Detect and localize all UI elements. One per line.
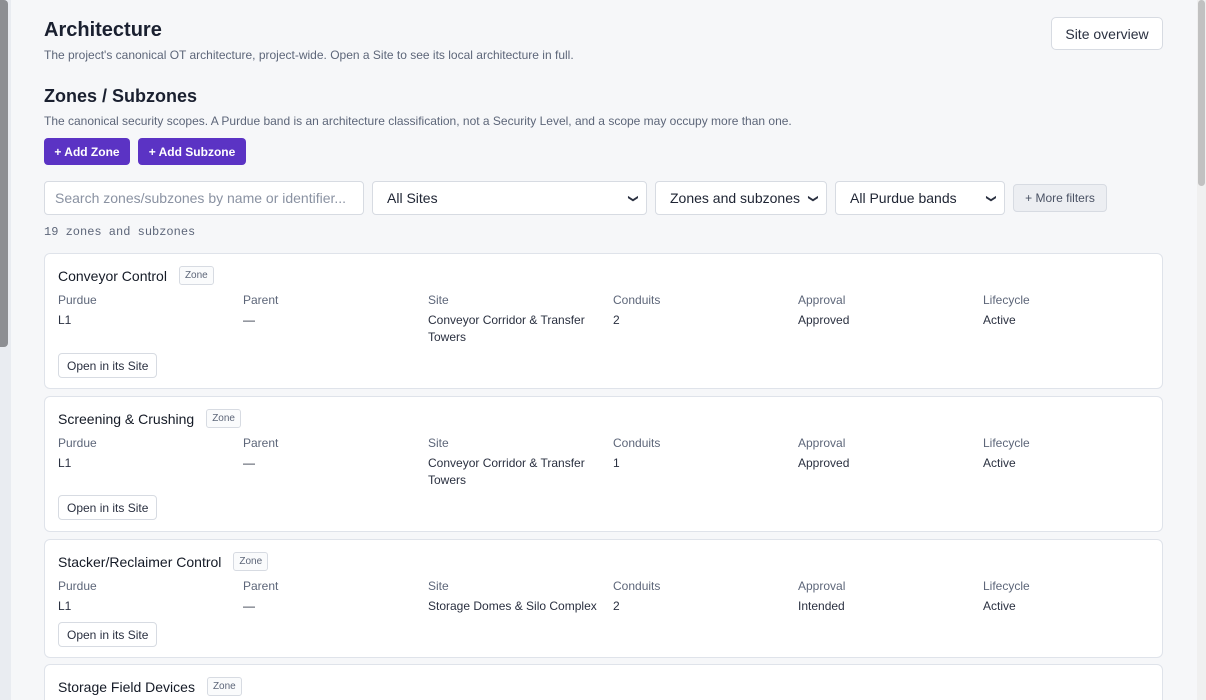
conduits-value: 2: [613, 313, 620, 327]
conduits-label: Conduits: [613, 293, 661, 307]
conduits-label: Conduits: [613, 579, 661, 593]
parent-value: —: [243, 599, 255, 613]
search-input[interactable]: [44, 181, 364, 215]
site-label: Site: [428, 579, 449, 593]
zone-name: Conveyor Control: [58, 267, 167, 284]
open-in-site-button[interactable]: Open in its Site: [58, 353, 158, 378]
site-value: Conveyor Corridor & Transfer Towers: [428, 313, 585, 344]
zone-name: Screening & Crushing: [58, 410, 195, 427]
more-filters-button[interactable]: + More filters: [1013, 184, 1107, 212]
card-header: Conveyor Control Zone: [58, 266, 214, 285]
card-header: Storage Field Devices Zone: [58, 677, 242, 696]
chevron-down-icon: ❮: [807, 193, 819, 203]
purdue-band-select[interactable]: All Purdue bands ❮: [835, 181, 1005, 215]
card-header: Screening & Crushing Zone: [58, 409, 241, 428]
site-label: Site: [428, 293, 449, 307]
chevron-down-icon: ❮: [985, 193, 997, 203]
scope-kind-value: Zones and subzones: [670, 190, 800, 206]
site-field: Site Conveyor Corridor & Transfer Towers: [428, 436, 603, 489]
scope-type-badge: Zone: [233, 552, 269, 571]
scope-type-badge: Zone: [178, 266, 214, 285]
chevron-down-icon: ❮: [627, 193, 639, 203]
left-edge-scrollbar[interactable]: [0, 0, 11, 700]
approval-label: Approval: [798, 293, 846, 307]
section-title: Zones / Subzones: [44, 86, 198, 106]
parent-field: Parent —: [243, 436, 418, 472]
zone-card: Conveyor Control Zone Purdue L1 Parent —…: [44, 253, 1163, 389]
purdue-value: L1: [58, 313, 72, 327]
section-subtitle: The canonical security scopes. A Purdue …: [44, 114, 792, 128]
zone-card: Stacker/Reclaimer Control Zone Purdue L1…: [44, 539, 1163, 658]
lifecycle-value: Active: [983, 456, 1016, 470]
lifecycle-field: Lifecycle Active: [983, 436, 1158, 472]
page-title: Architecture: [44, 19, 162, 41]
conduits-value: 1: [613, 456, 620, 470]
conduits-label: Conduits: [613, 436, 661, 450]
purdue-label: Purdue: [58, 579, 97, 593]
zone-card: Screening & Crushing Zone Purdue L1 Pare…: [44, 396, 1163, 532]
page-scrollbar-thumb[interactable]: [1198, 0, 1205, 186]
lifecycle-value: Active: [983, 313, 1016, 327]
conduits-value: 2: [613, 599, 620, 613]
purdue-field: Purdue L1: [58, 579, 233, 615]
purdue-label: Purdue: [58, 436, 97, 450]
scope-kind-select[interactable]: Zones and subzones ❮: [655, 181, 827, 215]
site-filter-value: All Sites: [387, 190, 438, 206]
open-in-site-button[interactable]: Open in its Site: [58, 622, 158, 647]
site-filter-select[interactable]: All Sites ❮: [372, 181, 647, 215]
parent-label: Parent: [243, 436, 279, 450]
purdue-value: L1: [58, 456, 72, 470]
architecture-page: Architecture The project's canonical OT …: [11, 0, 1197, 700]
purdue-label: Purdue: [58, 293, 97, 307]
lifecycle-field: Lifecycle Active: [983, 579, 1158, 615]
lifecycle-label: Lifecycle: [983, 579, 1030, 593]
parent-value: —: [243, 313, 255, 327]
approval-field: Approval Approved: [798, 436, 973, 472]
approval-label: Approval: [798, 579, 846, 593]
conduits-field: Conduits 1: [613, 436, 788, 472]
approval-label: Approval: [798, 436, 846, 450]
purdue-field: Purdue L1: [58, 293, 233, 329]
result-count: 19 zones and subzones: [44, 225, 196, 239]
lifecycle-field: Lifecycle Active: [983, 293, 1158, 329]
left-scrollbar-thumb[interactable]: [0, 0, 8, 347]
purdue-value: L1: [58, 599, 72, 613]
open-in-site-button[interactable]: Open in its Site: [58, 495, 158, 520]
lifecycle-label: Lifecycle: [983, 293, 1030, 307]
site-label: Site: [428, 436, 449, 450]
site-value: Conveyor Corridor & Transfer Towers: [428, 456, 585, 487]
zone-name: Storage Field Devices: [58, 678, 195, 695]
scope-type-badge: Zone: [206, 677, 242, 696]
parent-field: Parent —: [243, 579, 418, 615]
purdue-band-value: All Purdue bands: [850, 190, 957, 206]
conduits-field: Conduits 2: [613, 579, 788, 615]
approval-field: Approval Intended: [798, 579, 973, 615]
approval-value: Approved: [798, 313, 850, 327]
lifecycle-value: Active: [983, 599, 1016, 613]
approval-value: Intended: [798, 599, 845, 613]
parent-field: Parent —: [243, 293, 418, 329]
approval-value: Approved: [798, 456, 850, 470]
add-subzone-button[interactable]: + Add Subzone: [138, 138, 246, 165]
approval-field: Approval Approved: [798, 293, 973, 329]
page-scrollbar[interactable]: [1197, 0, 1206, 700]
card-header: Stacker/Reclaimer Control Zone: [58, 552, 269, 571]
conduits-field: Conduits 2: [613, 293, 788, 329]
site-field: Site Conveyor Corridor & Transfer Towers: [428, 293, 603, 346]
parent-value: —: [243, 456, 255, 470]
zone-name: Stacker/Reclaimer Control: [58, 553, 222, 570]
lifecycle-label: Lifecycle: [983, 436, 1030, 450]
page-subtitle: The project's canonical OT architecture,…: [44, 48, 574, 62]
scope-type-badge: Zone: [206, 409, 241, 428]
purdue-field: Purdue L1: [58, 436, 233, 472]
site-value: Storage Domes & Silo Complex: [428, 599, 597, 613]
zone-card: Storage Field Devices Zone: [44, 664, 1163, 700]
site-field: Site Storage Domes & Silo Complex: [428, 579, 603, 615]
parent-label: Parent: [243, 579, 279, 593]
add-zone-button[interactable]: + Add Zone: [44, 138, 130, 165]
site-overview-button[interactable]: Site overview: [1051, 17, 1163, 50]
parent-label: Parent: [243, 293, 279, 307]
